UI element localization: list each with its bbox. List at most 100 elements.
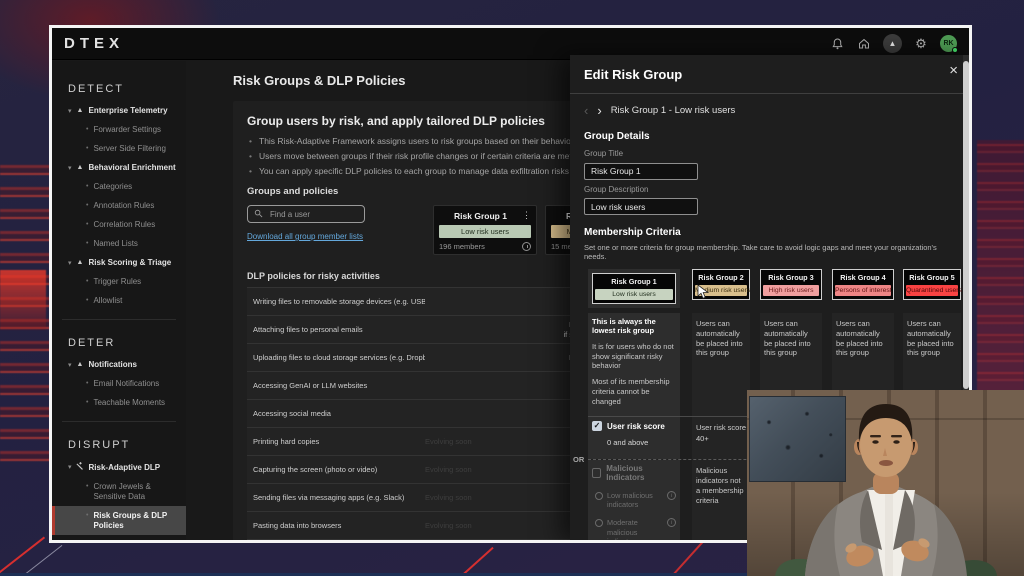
info-icon[interactable]: i	[667, 518, 676, 527]
sidebar-item-categories[interactable]: • Categories	[52, 177, 186, 196]
group-2-risk-score-cell: User risk score 40+	[692, 417, 750, 459]
search-input[interactable]	[268, 209, 348, 220]
activity-label: Printing hard copies	[247, 437, 425, 446]
avatar[interactable]: RK	[940, 35, 957, 52]
sidebar-item-annotation-rules[interactable]: • Annotation Rules	[52, 196, 186, 215]
bullet-icon: •	[86, 201, 88, 210]
group-1-risk-score-cell: ✓ User risk score 0 and above	[588, 417, 680, 459]
sidebar-item-crown-jewels[interactable]: • Crown Jewels & Sensitive Data	[52, 477, 186, 506]
info-icon[interactable]: i	[667, 491, 676, 500]
group-title-input[interactable]	[584, 163, 698, 180]
search-icon	[254, 205, 263, 223]
bullet-icon: •	[86, 296, 88, 305]
modal-scrollbar-thumb[interactable]	[963, 61, 969, 389]
enrichment-icon: ▲	[76, 164, 85, 171]
risk-scoring-icon: ▲	[76, 259, 85, 266]
membership-criteria-description: Set one or more criteria for group membe…	[570, 240, 970, 269]
membership-criteria-heading: Membership Criteria	[570, 215, 970, 240]
sidebar-item-risk-scoring-triage[interactable]: ▾ ▲ Risk Scoring & Triage	[52, 253, 186, 272]
sidebar-item-correlation-rules[interactable]: • Correlation Rules	[52, 215, 186, 234]
user-risk-score-checkbox[interactable]: ✓	[592, 421, 602, 431]
group-2-malicious-note: Malicious indicators not a membership cr…	[692, 460, 750, 543]
bullet-icon: •	[86, 220, 88, 229]
sidebar-item-teachable-moments[interactable]: • Teachable Moments	[52, 393, 186, 412]
activity-label: Pasting data into browsers	[247, 521, 425, 530]
sidebar-item-trigger-rules[interactable]: • Trigger Rules	[52, 272, 186, 291]
activity-label: Uploading files to cloud storage service…	[247, 353, 425, 362]
malicious-indicators-checkbox[interactable]	[592, 468, 601, 478]
caret-down-icon: ▾	[68, 164, 72, 172]
radio-icon[interactable]	[595, 492, 603, 500]
sidebar-item-email-notifications[interactable]: • Email Notifications	[52, 374, 186, 393]
caret-down-icon: ▾	[68, 259, 72, 267]
sidebar-item-behavioral-enrichment[interactable]: ▾ ▲ Behavioral Enrichment	[52, 158, 186, 177]
bullet-icon: •	[86, 144, 88, 153]
risk-score-value: 0 and above	[607, 438, 676, 447]
group-details-heading: Group Details	[570, 119, 970, 144]
risk-badge: High risk users	[763, 285, 819, 296]
sidebar-item-enterprise-telemetry[interactable]: ▾ ▲ Enterprise Telemetry	[52, 101, 186, 120]
sidebar-divider	[62, 421, 176, 422]
diagonal-line	[0, 537, 45, 576]
chevron-left-icon[interactable]: ‹	[584, 104, 588, 117]
sidebar-item-server-side-filtering[interactable]: • Server Side Filtering	[52, 139, 186, 158]
risk-badge: Persons of interest	[835, 285, 891, 296]
member-count: 196 members	[439, 242, 485, 251]
gear-icon[interactable]: ⚙	[913, 36, 929, 52]
sidebar-item-risk-adaptive-dlp[interactable]: ▾ Risk-Adaptive DLP	[52, 457, 186, 477]
bullet-icon: •	[86, 398, 88, 407]
group-title-label: Group Title	[584, 149, 956, 158]
bullet-icon: •	[86, 379, 88, 388]
radio-icon[interactable]	[595, 519, 603, 527]
bullet-icon: •	[86, 182, 88, 191]
presenter-person	[747, 390, 1024, 576]
home-icon[interactable]	[856, 36, 872, 52]
group-2-description: Users can automatically be placed into t…	[692, 313, 750, 416]
risk-group-3-column-header[interactable]: Risk Group 3 High risk users	[760, 269, 822, 308]
diagonal-line	[440, 547, 493, 576]
find-user-search[interactable]	[247, 205, 365, 223]
bell-icon[interactable]	[829, 36, 845, 52]
presenter-video	[747, 390, 1024, 576]
low-malicious-option[interactable]: Low malicious indicators i	[595, 491, 676, 509]
sidebar-section-deter: DETER	[52, 329, 186, 355]
avatar-initials: RK	[943, 40, 953, 47]
sidebar: DETECT ▾ ▲ Enterprise Telemetry • Forwar…	[52, 61, 186, 540]
chevron-right-icon[interactable]: ›	[597, 104, 601, 117]
triangle-glyph: ▲	[889, 39, 897, 48]
history-icon[interactable]	[522, 242, 531, 251]
dtex-logo: DTEX	[64, 35, 124, 52]
sidebar-item-named-lists[interactable]: • Named Lists	[52, 234, 186, 253]
modal-title: Edit Risk Group	[584, 67, 682, 82]
warning-triangle-icon: ▲	[76, 361, 85, 368]
activity-note: Evolving soon	[425, 493, 533, 502]
alerts-icon[interactable]: ▲	[883, 34, 902, 53]
download-member-lists-link[interactable]: Download all group member lists	[247, 232, 363, 241]
risk-group-5-column-header[interactable]: Risk Group 5 Quarantined users	[903, 269, 961, 308]
activity-label: Attaching files to personal emails	[247, 325, 425, 334]
risk-group-4-column-header[interactable]: Risk Group 4 Persons of interest	[832, 269, 894, 308]
sidebar-item-notifications[interactable]: ▾ ▲ Notifications	[52, 355, 186, 374]
gavel-icon	[76, 462, 85, 472]
activity-label: Accessing GenAI or LLM websites	[247, 381, 425, 390]
glitch-art-left-bright	[0, 270, 46, 330]
caret-down-icon: ▾	[68, 361, 72, 369]
sidebar-item-risk-groups-dlp-policies[interactable]: • Risk Groups & DLP Policies	[52, 506, 186, 535]
activity-label: Capturing the screen (photo or video)	[247, 465, 425, 474]
desktop: DTEX ▲ ⚙ RK DETECT	[0, 0, 1024, 576]
diagonal-line	[0, 545, 62, 576]
group-description-input[interactable]	[584, 198, 698, 215]
risk-group-1-column-header[interactable]: Risk Group 1 Low risk users	[588, 269, 680, 308]
activity-label: Writing files to removable storage devic…	[247, 297, 425, 306]
sidebar-item-forwarder-settings[interactable]: • Forwarder Settings	[52, 120, 186, 139]
sidebar-section-disrupt: DISRUPT	[52, 431, 186, 457]
activity-note: Evolving soon	[425, 465, 533, 474]
group-description-label: Group Description	[584, 185, 956, 194]
group-nav-label: Risk Group 1 - Low risk users	[611, 105, 736, 116]
risk-group-1-card[interactable]: Risk Group 1 ⋮ Low risk users 196 member…	[433, 205, 537, 255]
sidebar-item-allowlist[interactable]: • Allowlist	[52, 291, 186, 310]
or-label: OR	[573, 455, 586, 464]
moderate-malicious-option[interactable]: Moderate malicious indicators i	[595, 518, 676, 543]
kebab-menu-icon[interactable]: ⋮	[522, 210, 531, 221]
close-icon[interactable]: ×	[949, 63, 958, 78]
